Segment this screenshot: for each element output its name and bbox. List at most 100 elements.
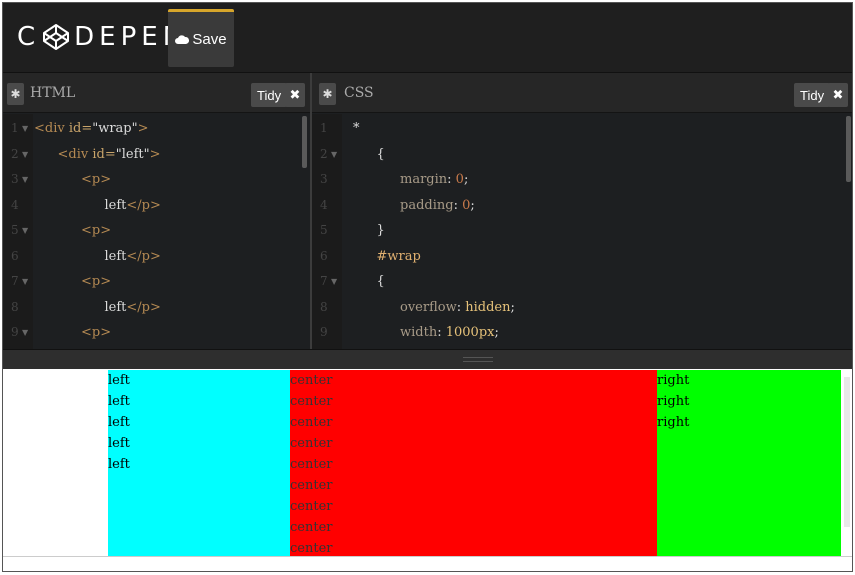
codepen-window: C DEPEN Save ✱ HTML Tidy ✖ 1 ▼ <div id="… <box>2 2 853 572</box>
code-line: 6 left</p> <box>3 244 310 269</box>
code-text: overflow: hidden; <box>400 299 515 315</box>
code-line: 1 * <box>312 116 852 141</box>
preview-center-text: center <box>290 499 333 514</box>
css-code-editor[interactable]: 1 * 2 ▼{3 margin: 0; 4 padding: 0; 5} 6 #wrap 7 ▼{8… <box>312 114 852 349</box>
fold-arrow-icon[interactable]: ▼ <box>22 218 28 243</box>
code-line: 6 #wrap <box>312 244 852 269</box>
line-number: 5 <box>11 223 19 237</box>
line-number: 1 <box>11 121 19 135</box>
code-text: <p> <box>81 172 112 187</box>
code-text: left</p> <box>104 248 161 264</box>
code-text: left</p> <box>104 197 161 213</box>
preview-left-text: left <box>108 394 130 409</box>
code-line: 9 ▼ <p> <box>3 320 310 345</box>
fold-arrow-icon[interactable]: ▼ <box>22 142 28 167</box>
line-number: 4 <box>320 197 328 212</box>
line-number: 2 <box>11 146 19 161</box>
line-number: 9 <box>320 325 328 339</box>
code-line: 8 left</p> <box>3 295 310 320</box>
line-number: 2 <box>320 146 328 161</box>
html-pane-header: ✱ HTML Tidy ✖ <box>3 73 310 113</box>
code-text: width: 1000px; <box>400 325 499 340</box>
code-text: * <box>353 121 360 136</box>
preview-scrollbar[interactable] <box>844 377 850 527</box>
preview-center-column: center center center center center center cent… <box>290 370 657 556</box>
code-line: 2 ▼ { <box>312 142 852 167</box>
code-text: <div id="wrap"> <box>34 121 149 136</box>
preview-left-text: left <box>108 457 130 472</box>
html-tidy-button[interactable]: Tidy <box>251 83 288 107</box>
preview-right-text: right <box>657 373 690 388</box>
preview-center-text: center <box>290 520 333 535</box>
css-settings-gear-icon[interactable]: ✱ <box>319 83 336 105</box>
code-line: 2 ▼ <div id="left"> <box>3 142 310 167</box>
preview-right-text: right <box>657 394 690 409</box>
top-bar: C DEPEN Save <box>3 3 852 73</box>
code-text: padding: 0; <box>400 197 475 213</box>
cloud-icon <box>175 31 190 48</box>
code-line: 4 padding: 0; <box>312 193 852 218</box>
result-preview: left left left left left center center center c… <box>3 369 852 571</box>
html-settings-gear-icon[interactable]: ✱ <box>7 83 24 105</box>
line-number: 9 <box>11 325 19 339</box>
css-tidy-button[interactable]: Tidy <box>794 83 831 107</box>
save-button[interactable]: Save <box>168 9 234 67</box>
fold-arrow-icon[interactable]: ▼ <box>331 269 337 294</box>
code-text: } <box>376 223 385 238</box>
preview-right-column: right right right <box>657 370 841 556</box>
line-number: 7 <box>11 274 19 288</box>
code-line: 1 ▼ <div id="wrap"> <box>3 116 310 141</box>
preview-left-column: left left left left left <box>108 370 290 556</box>
code-line: 7 ▼ { <box>312 269 852 294</box>
line-number: 8 <box>11 299 19 314</box>
code-text: left</p> <box>104 299 161 315</box>
preview-center-text: center <box>290 436 333 451</box>
fold-arrow-icon[interactable]: ▼ <box>22 269 28 294</box>
preview-center-text: center <box>290 457 333 472</box>
preview-left-text: left <box>108 436 130 451</box>
code-line: 3 ▼ <p> <box>3 167 310 192</box>
line-number: 1 <box>320 121 328 135</box>
code-text: <div id="left"> <box>57 146 161 162</box>
preview-center-text: center <box>290 415 333 430</box>
preview-left-text: left <box>108 373 130 388</box>
preview-center-text: center <box>290 373 333 388</box>
code-text: #wrap <box>376 248 421 264</box>
logo-letter-c: C <box>17 22 41 52</box>
html-pane-title: HTML <box>30 85 76 101</box>
css-pane-header: ✱ CSS Tidy ✖ <box>312 73 852 113</box>
codepen-cube-icon <box>43 24 70 50</box>
preview-left-text: left <box>108 415 130 430</box>
code-text: <p> <box>81 223 112 238</box>
preview-right-text: right <box>657 415 690 430</box>
code-line: 3 margin: 0; <box>312 167 852 192</box>
code-line: 4 left</p> <box>3 193 310 218</box>
editor-area: ✱ HTML Tidy ✖ 1 ▼ <div id="wrap"> 2 ▼ <div id… <box>3 73 852 349</box>
codepen-logo[interactable]: C DEPEN <box>17 21 187 53</box>
code-text: { <box>376 146 385 162</box>
fold-arrow-icon[interactable]: ▼ <box>22 116 28 141</box>
html-close-icon[interactable]: ✖ <box>285 83 305 107</box>
code-text: <p> <box>81 325 112 340</box>
line-number: 3 <box>11 172 19 186</box>
line-number: 3 <box>320 172 328 186</box>
preview-center-text: center <box>290 478 333 493</box>
fold-arrow-icon[interactable]: ▼ <box>22 320 28 345</box>
css-close-icon[interactable]: ✖ <box>828 83 848 107</box>
line-number: 7 <box>320 274 328 288</box>
line-number: 6 <box>320 248 328 263</box>
line-number: 6 <box>11 248 19 263</box>
code-line: 9 width: 1000px; <box>312 320 852 345</box>
fold-arrow-icon[interactable]: ▼ <box>331 142 337 167</box>
resize-grip-icon <box>463 357 493 362</box>
fold-arrow-icon[interactable]: ▼ <box>22 167 28 192</box>
line-number: 8 <box>320 299 328 314</box>
html-code-editor[interactable]: 1 ▼ <div id="wrap"> 2 ▼ <div id="left"> 3 ▼ <p> 4… <box>3 114 310 349</box>
code-text: <p> <box>81 274 112 289</box>
save-label: Save <box>192 31 227 48</box>
code-line: 7 ▼ <p> <box>3 269 310 294</box>
line-number: 5 <box>320 223 328 237</box>
css-pane-title: CSS <box>344 85 374 101</box>
code-line: 8 overflow: hidden; <box>312 295 852 320</box>
editor-resize-handle[interactable] <box>3 349 852 369</box>
